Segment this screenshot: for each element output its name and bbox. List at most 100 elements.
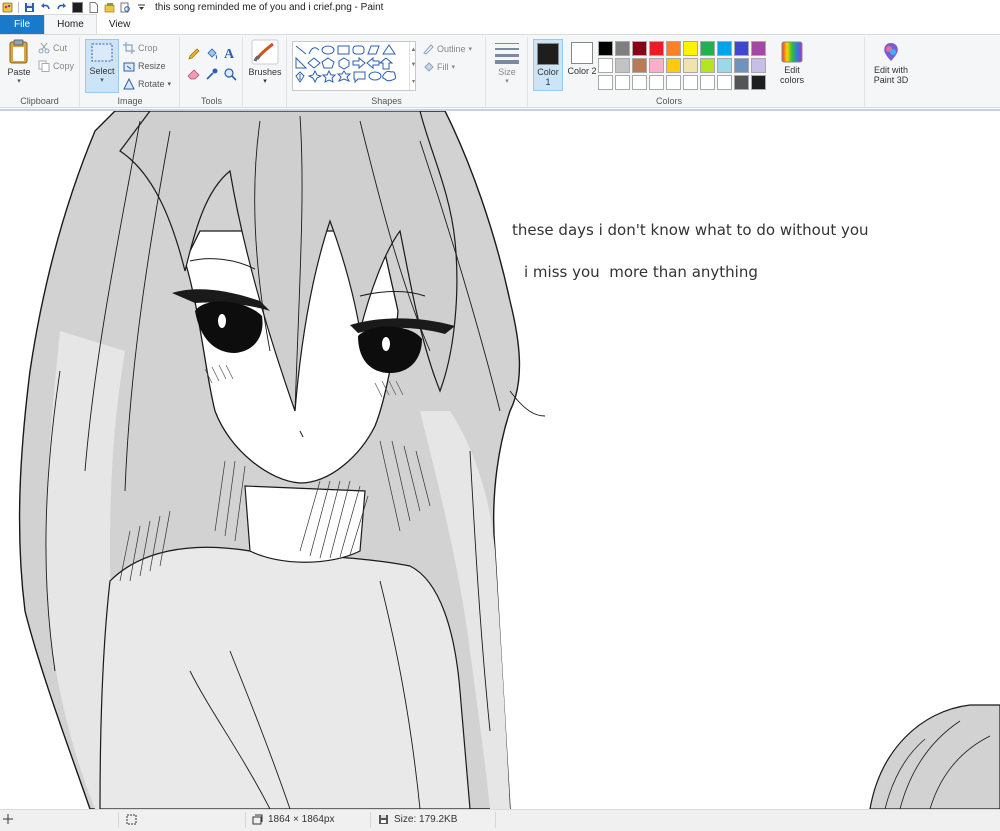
- selection-icon: [126, 814, 137, 825]
- palette-swatch-30[interactable]: [751, 75, 766, 90]
- save-icon[interactable]: [24, 2, 35, 13]
- color2-swatch: [571, 42, 593, 64]
- edit-with-paint3d-button[interactable]: Edit with Paint 3D: [866, 41, 916, 85]
- edit-colors-label: Edit colors: [779, 65, 804, 85]
- outline-dropdown-icon[interactable]: ▾: [469, 45, 473, 53]
- palette-swatch-3[interactable]: [632, 41, 647, 56]
- palette-swatch-22[interactable]: [615, 75, 630, 90]
- redo-icon[interactable]: [56, 2, 67, 13]
- fill-dropdown-icon[interactable]: ▾: [452, 63, 456, 71]
- pencil-icon[interactable]: [187, 47, 201, 61]
- palette-swatch-9[interactable]: [734, 41, 749, 56]
- tools-group: A Tools: [181, 37, 243, 107]
- brushes-dropdown-icon[interactable]: ▾: [263, 77, 267, 85]
- color-swatch-icon[interactable]: [72, 2, 83, 13]
- palette-swatch-24[interactable]: [649, 75, 664, 90]
- color1-button[interactable]: Color 1: [533, 39, 563, 91]
- clipboard-group: Paste ▾ Cut Copy Clipboard: [0, 37, 80, 107]
- colors-group: Color 1 Color 2 Edit colors Colors: [529, 37, 865, 107]
- fill-button[interactable]: Fill ▾: [422, 61, 455, 73]
- color2-label: Color 2: [567, 66, 597, 76]
- palette-swatch-25[interactable]: [666, 75, 681, 90]
- outline-button[interactable]: Outline ▾: [422, 43, 472, 55]
- palette-swatch-23[interactable]: [632, 75, 647, 90]
- palette-swatch-1[interactable]: [598, 41, 613, 56]
- fill-bucket-icon[interactable]: [205, 47, 219, 61]
- rotate-icon: [123, 78, 135, 90]
- customize-toolbar-icon[interactable]: [136, 2, 147, 13]
- paste-label: Paste: [7, 67, 31, 77]
- copy-button[interactable]: Copy: [38, 60, 74, 72]
- text-icon[interactable]: A: [223, 46, 237, 60]
- select-button[interactable]: Select ▾: [85, 39, 119, 93]
- tab-home[interactable]: Home: [44, 14, 97, 34]
- open-file-icon[interactable]: [104, 2, 115, 13]
- brushes-button[interactable]: Brushes ▾: [247, 39, 283, 85]
- tab-file[interactable]: File: [0, 15, 45, 34]
- qa-separator: [18, 2, 19, 13]
- shapes-group: ▲ ▼ ▾ Outline ▾ Fill ▾ Shapes: [288, 37, 486, 107]
- drawing-canvas[interactable]: these days i don't know what to do witho…: [0, 111, 1000, 809]
- paint3d-icon: [884, 43, 898, 61]
- palette-swatch-2[interactable]: [615, 41, 630, 56]
- palette-swatch-11[interactable]: [598, 58, 613, 73]
- magnifier-icon[interactable]: [223, 67, 237, 81]
- palette-swatch-14[interactable]: [649, 58, 664, 73]
- crop-button[interactable]: Crop: [123, 42, 158, 54]
- canvas-text-line1: these days i don't know what to do witho…: [512, 221, 869, 239]
- palette-swatch-13[interactable]: [632, 58, 647, 73]
- color-picker-icon[interactable]: [205, 67, 219, 81]
- palette-swatch-5[interactable]: [666, 41, 681, 56]
- size-button[interactable]: Size ▾: [490, 41, 524, 85]
- image-dimensions: 1864 × 1864px: [252, 814, 334, 825]
- eraser-icon[interactable]: [187, 67, 201, 81]
- palette-swatch-7[interactable]: [700, 41, 715, 56]
- shapes-gallery[interactable]: ▲ ▼ ▾: [292, 41, 416, 91]
- edit-colors-button[interactable]: Edit colors: [775, 41, 809, 85]
- palette-swatch-17[interactable]: [700, 58, 715, 73]
- svg-text:A: A: [224, 47, 235, 60]
- palette-swatch-12[interactable]: [615, 58, 630, 73]
- tab-view[interactable]: View: [97, 15, 143, 34]
- disk-icon: [379, 815, 388, 824]
- color2-button[interactable]: Color 2: [567, 39, 597, 91]
- scroll-up-icon[interactable]: ▲: [411, 47, 417, 53]
- palette-swatch-28[interactable]: [717, 75, 732, 90]
- print-preview-icon[interactable]: [120, 2, 131, 13]
- palette-swatch-10[interactable]: [751, 41, 766, 56]
- palette-swatch-20[interactable]: [751, 58, 766, 73]
- paste-dropdown-icon[interactable]: ▾: [17, 77, 21, 85]
- new-file-icon[interactable]: [88, 2, 99, 13]
- resize-button[interactable]: Resize: [123, 60, 166, 72]
- ribbon: Paste ▾ Cut Copy Clipboard Select ▾ Crop…: [0, 34, 1000, 108]
- status-separator: [370, 812, 371, 828]
- quick-access-toolbar: [0, 0, 147, 15]
- palette-swatch-21[interactable]: [598, 75, 613, 90]
- size-dropdown-icon[interactable]: ▾: [505, 77, 509, 85]
- image-group-label: Image: [117, 96, 143, 106]
- color1-label: Color 1: [537, 67, 559, 87]
- scissors-icon: [38, 42, 50, 54]
- resize-icon: [123, 62, 135, 72]
- status-separator: [118, 812, 119, 828]
- scroll-down-icon[interactable]: ▼: [411, 62, 417, 68]
- status-separator: [245, 812, 246, 828]
- shapes-scrollbar[interactable]: ▲ ▼ ▾: [409, 42, 417, 90]
- palette-swatch-26[interactable]: [683, 75, 698, 90]
- palette-swatch-8[interactable]: [717, 41, 732, 56]
- undo-icon[interactable]: [40, 2, 51, 13]
- select-dropdown-icon[interactable]: ▾: [100, 76, 104, 84]
- palette-swatch-6[interactable]: [683, 41, 698, 56]
- palette-swatch-19[interactable]: [734, 58, 749, 73]
- palette-swatch-29[interactable]: [734, 75, 749, 90]
- palette-swatch-4[interactable]: [649, 41, 664, 56]
- palette-swatch-18[interactable]: [717, 58, 732, 73]
- palette-swatch-27[interactable]: [700, 75, 715, 90]
- rotate-button[interactable]: Rotate ▾: [123, 78, 171, 90]
- palette-swatch-16[interactable]: [683, 58, 698, 73]
- paste-button[interactable]: Paste ▾: [4, 39, 34, 85]
- rotate-dropdown-icon[interactable]: ▾: [168, 80, 172, 88]
- palette-swatch-15[interactable]: [666, 58, 681, 73]
- cut-button[interactable]: Cut: [38, 42, 67, 54]
- scroll-more-icon[interactable]: ▾: [412, 78, 415, 85]
